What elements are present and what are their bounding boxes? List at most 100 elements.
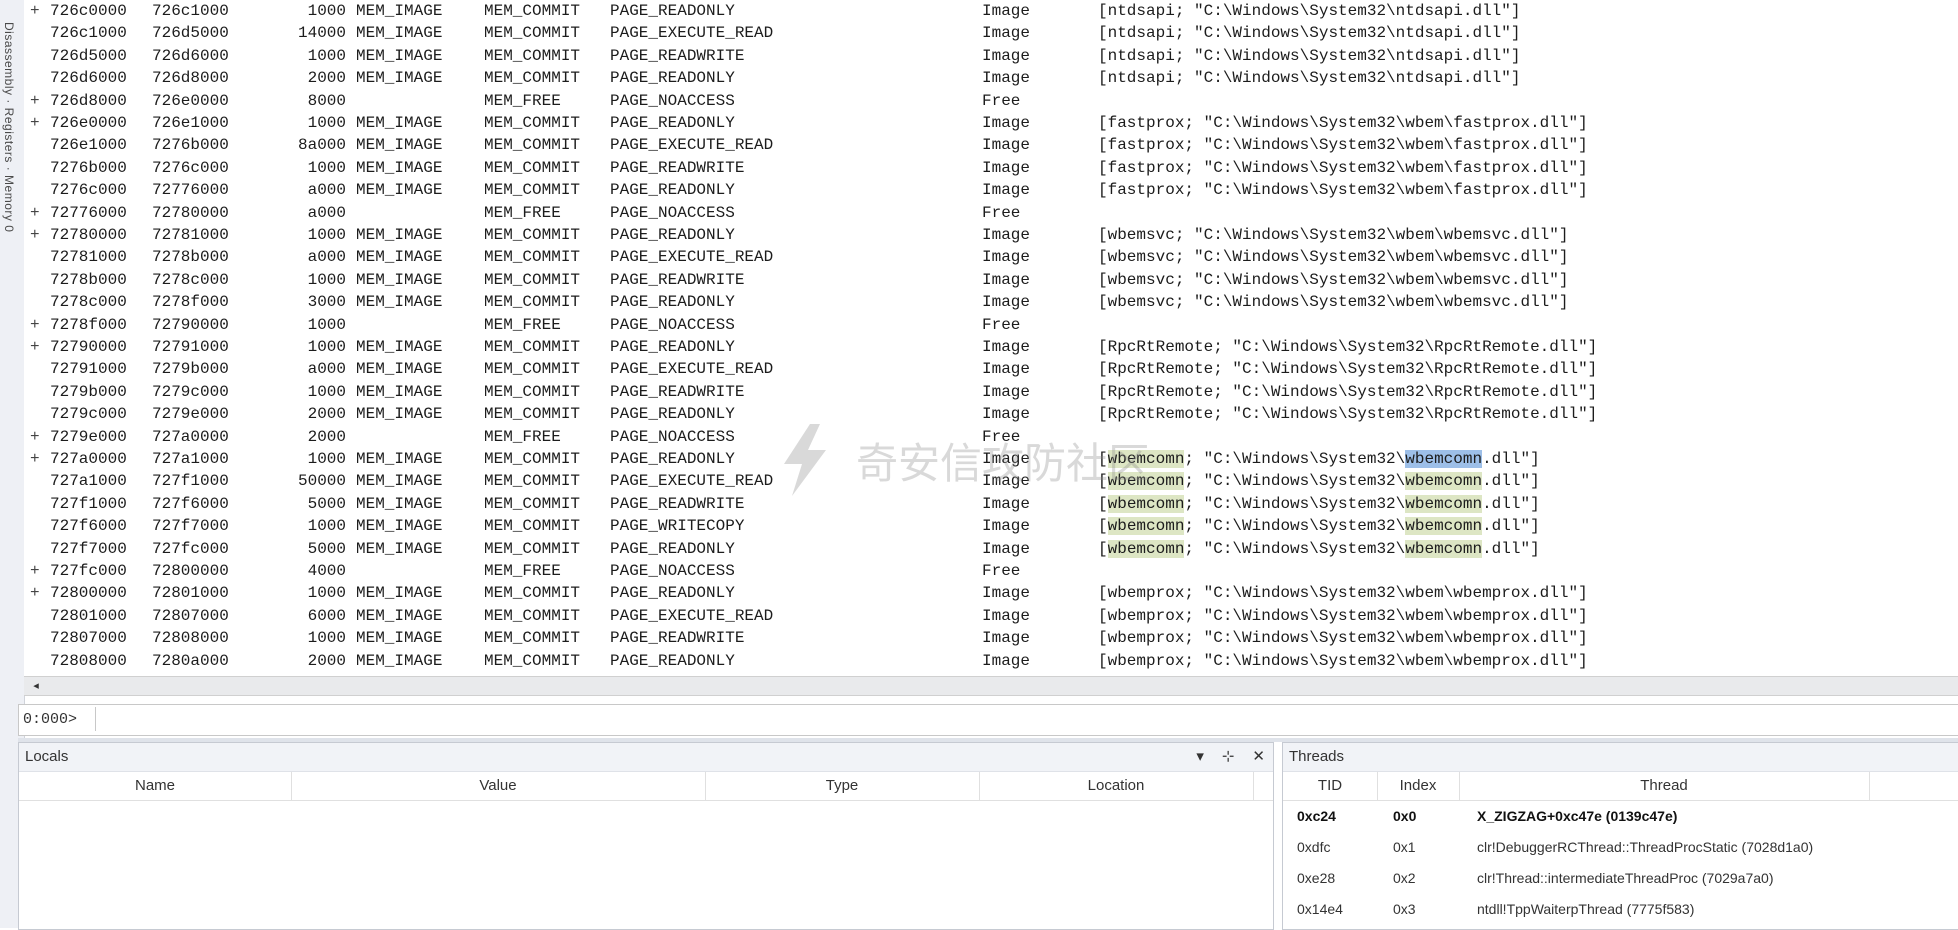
- memory-state: MEM_COMMIT: [484, 651, 581, 670]
- module-info: [ntdsapi; "C:\Windows\System32\ntdsapi.d…: [1098, 2, 1521, 20]
- region-size: 1000: [307, 315, 346, 334]
- memory-protect: PAGE_READONLY: [610, 226, 735, 244]
- row-mark: +: [30, 450, 40, 468]
- memory-state: MEM_FREE: [484, 203, 561, 222]
- thread-row[interactable]: 0x14e4 0x3 ntdll!TppWaiterpThread (7775f58…: [1283, 894, 1958, 925]
- pin-icon[interactable]: ⊹: [1222, 743, 1235, 771]
- thread-row[interactable]: 0xdfc 0x1 clr!DebuggerRCThread::ThreadProc…: [1283, 832, 1958, 863]
- module-info: [wbemcomn; "C:\Windows\System32\wbemcomn…: [1098, 517, 1540, 536]
- memory-type: MEM_IMAGE: [356, 46, 443, 65]
- memory-type: MEM_IMAGE: [356, 382, 443, 401]
- memory-type: MEM_IMAGE: [356, 517, 443, 536]
- memory-protect: PAGE_READONLY: [610, 338, 735, 356]
- memory-usage: Free: [982, 315, 1021, 334]
- end-address: 726d8000: [152, 69, 229, 88]
- module-info: [ntdsapi; "C:\Windows\System32\ntdsapi.d…: [1098, 24, 1521, 43]
- memory-type: MEM_IMAGE: [356, 629, 443, 648]
- search-highlight: wbemcomn: [1405, 472, 1483, 491]
- left-strip-label[interactable]: Disassembly · Registers · Memory 0: [2, 22, 16, 232]
- memory-protect: PAGE_READONLY: [610, 539, 735, 558]
- threads-col-tid[interactable]: TID: [1283, 772, 1378, 800]
- base-address: 726e0000: [50, 114, 127, 132]
- memory-state: MEM_FREE: [484, 427, 561, 446]
- base-address: 7278f000: [50, 315, 127, 334]
- region-size: 14000: [297, 24, 346, 43]
- command-prompt: 0:000>: [23, 711, 78, 728]
- module-info: [RpcRtRemote; "C:\Windows\System32\RpcRt…: [1098, 382, 1598, 401]
- memory-state: MEM_FREE: [484, 315, 561, 334]
- row-mark: +: [30, 226, 40, 244]
- memory-type: MEM_IMAGE: [356, 405, 443, 424]
- module-info: [wbemprox; "C:\Windows\System32\wbem\wbe…: [1098, 629, 1588, 648]
- locals-col-name[interactable]: Name: [19, 772, 292, 800]
- base-address: 72807000: [50, 629, 127, 648]
- command-bar: 0:000>: [18, 704, 1958, 736]
- thread-row[interactable]: 0xe28 0x2 clr!Thread::intermediateThreadPr…: [1283, 863, 1958, 894]
- memory-state: MEM_COMMIT: [484, 181, 581, 200]
- memory-usage: Free: [982, 203, 1021, 222]
- base-address: 726d8000: [50, 91, 127, 110]
- thread-row[interactable]: 0xc24 0x0 X_ZIGZAG+0xc47e (0139c47e): [1283, 801, 1958, 832]
- region-size: 2000: [307, 405, 346, 424]
- memory-usage: Image: [982, 472, 1031, 491]
- locals-pane: Locals ▾ ⊹ ✕ Name Value Type Location: [18, 742, 1274, 930]
- scroll-left-arrow-icon[interactable]: ◂: [30, 680, 42, 692]
- memory-usage: Free: [982, 91, 1021, 110]
- thread-name: clr!Thread::intermediateThreadProc (7029…: [1477, 870, 1774, 886]
- end-address: 7278c000: [152, 270, 229, 289]
- module-info: [wbemprox; "C:\Windows\System32\wbem\wbe…: [1098, 606, 1588, 625]
- close-icon[interactable]: ✕: [1252, 743, 1265, 771]
- threads-col-index[interactable]: Index: [1377, 772, 1460, 800]
- threads-col-thread[interactable]: Thread: [1459, 772, 1870, 800]
- base-address: 72808000: [50, 651, 127, 670]
- module-info: [fastprox; "C:\Windows\System32\wbem\fas…: [1098, 158, 1588, 177]
- memory-protect: PAGE_NOACCESS: [610, 562, 735, 580]
- locals-title: Locals: [25, 748, 69, 765]
- memory-protect: PAGE_NOACCESS: [610, 427, 735, 446]
- search-highlight: wbemcomn: [1405, 539, 1483, 558]
- memory-usage: Image: [982, 450, 1031, 468]
- memory-state: MEM_COMMIT: [484, 114, 581, 132]
- command-input[interactable]: [95, 707, 1958, 731]
- memory-type: MEM_IMAGE: [356, 181, 443, 200]
- memory-state: MEM_COMMIT: [484, 293, 581, 312]
- locals-col-type[interactable]: Type: [705, 772, 980, 800]
- memory-usage: Image: [982, 69, 1031, 88]
- memory-usage: Image: [982, 226, 1031, 244]
- memory-protect: PAGE_EXECUTE_READ: [610, 24, 774, 43]
- thread-tid: 0xdfc: [1297, 839, 1331, 855]
- locals-col-location[interactable]: Location: [979, 772, 1254, 800]
- memory-usage: Image: [982, 584, 1031, 603]
- row-mark: +: [30, 315, 40, 334]
- memory-output-pane: +726c0000 726c1000 1000 MEM_IMAGE MEM_COMMIT…: [24, 0, 1958, 676]
- locals-col-value[interactable]: Value: [291, 772, 706, 800]
- memory-protect: PAGE_READWRITE: [610, 270, 745, 289]
- memory-protect: PAGE_READONLY: [610, 450, 735, 468]
- memory-type: MEM_IMAGE: [356, 226, 443, 244]
- memory-state: MEM_COMMIT: [484, 69, 581, 88]
- end-address: 726d6000: [152, 46, 229, 65]
- base-address: 7276b000: [50, 158, 127, 177]
- region-size: 50000: [297, 472, 346, 491]
- memory-state: MEM_COMMIT: [484, 360, 581, 379]
- memory-type: MEM_IMAGE: [356, 69, 443, 88]
- memory-state: MEM_COMMIT: [484, 494, 581, 513]
- memory-usage: Image: [982, 136, 1031, 155]
- memory-usage: Free: [982, 427, 1021, 446]
- region-size: 6000: [307, 606, 346, 625]
- region-size: 2000: [307, 427, 346, 446]
- memory-type: MEM_IMAGE: [356, 651, 443, 670]
- horizontal-scrollbar[interactable]: ◂: [24, 676, 1958, 696]
- memory-state: MEM_COMMIT: [484, 24, 581, 43]
- row-mark: +: [30, 338, 40, 356]
- region-size: 1000: [307, 46, 346, 65]
- region-size: 3000: [307, 293, 346, 312]
- row-mark: +: [30, 91, 40, 110]
- search-highlight: wbemcomn: [1107, 494, 1185, 513]
- end-address: 72776000: [152, 181, 229, 200]
- region-size: 4000: [307, 562, 346, 580]
- memory-usage: Image: [982, 338, 1031, 356]
- dropdown-icon[interactable]: ▾: [1196, 743, 1204, 771]
- memory-usage: Image: [982, 494, 1031, 513]
- row-mark: +: [30, 584, 40, 603]
